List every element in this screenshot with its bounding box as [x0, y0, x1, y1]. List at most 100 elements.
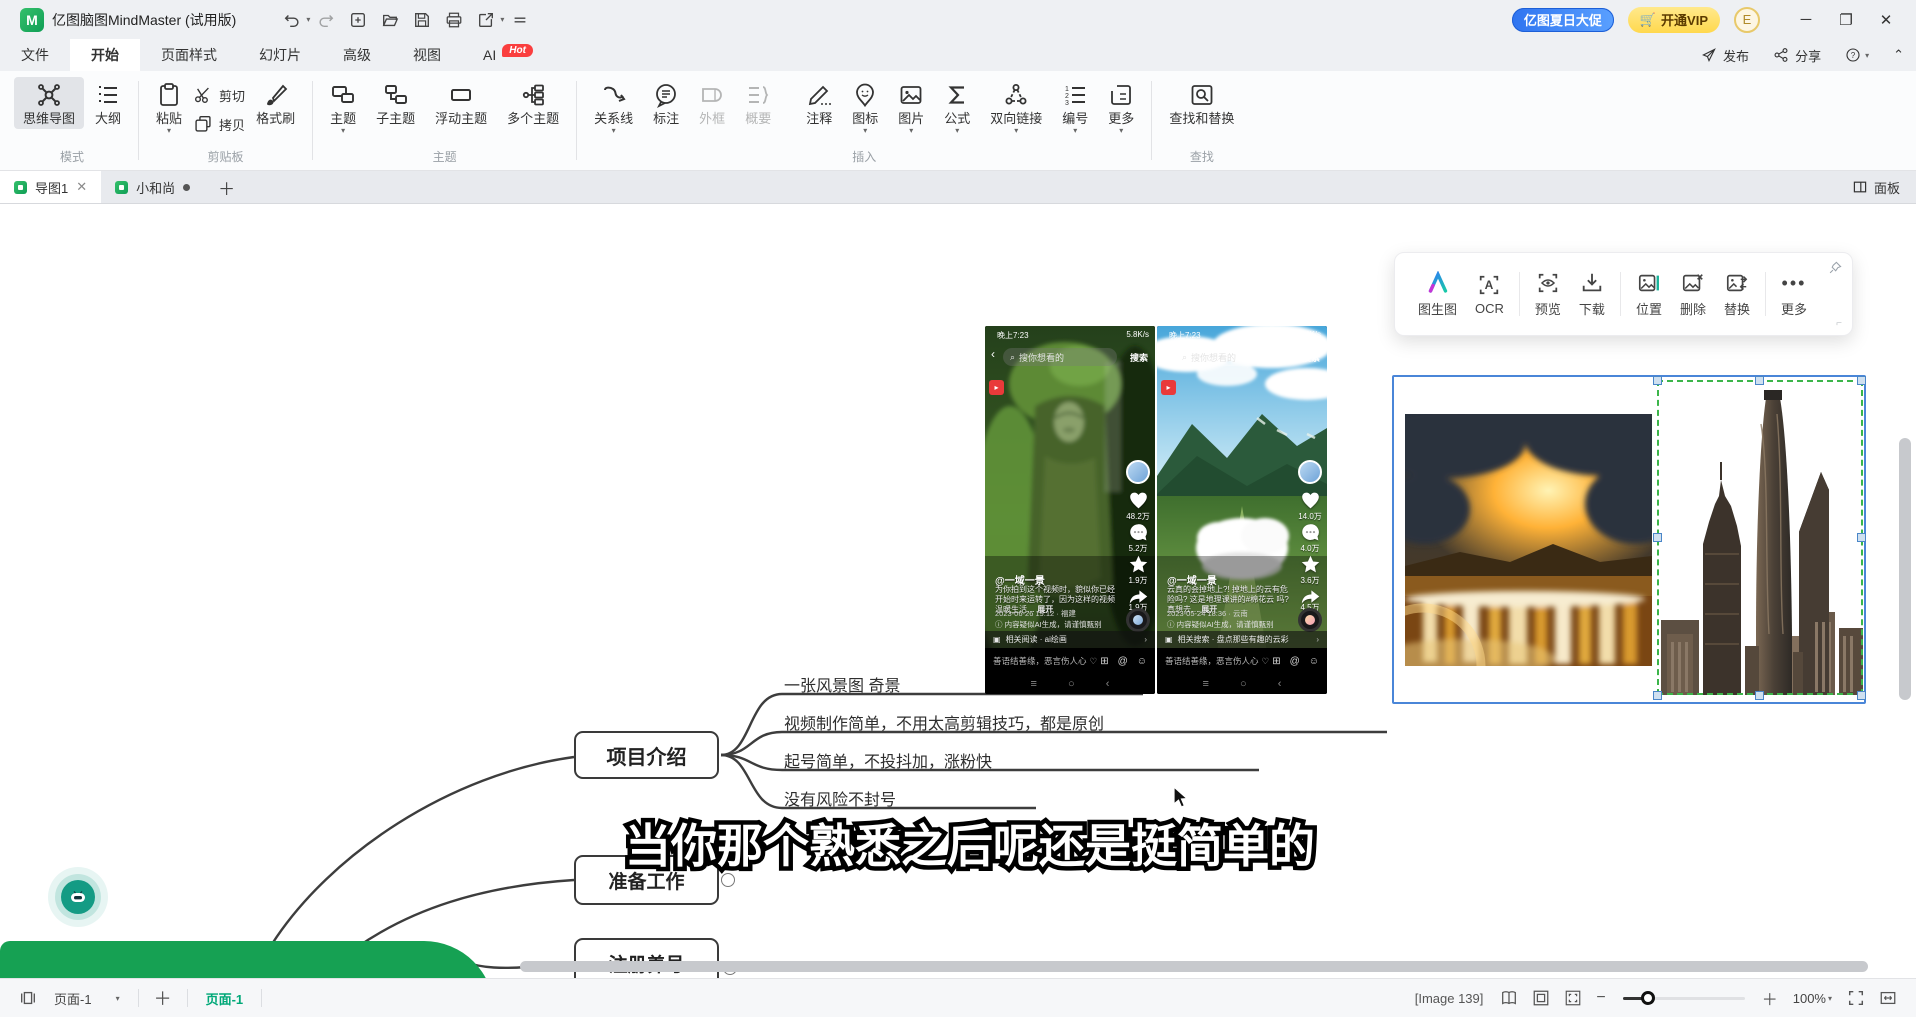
comment-input-bar[interactable]: 善语结善缘，恶言伤人心♡⊞@☺ [985, 648, 1155, 674]
central-topic-shape[interactable] [0, 941, 494, 978]
new-file-button[interactable] [345, 7, 371, 33]
resize-handle-e[interactable] [1857, 533, 1866, 542]
fit-page-icon[interactable] [1532, 989, 1550, 1007]
vip-button[interactable]: 🛒开通VIP [1628, 7, 1720, 33]
topic-node-prep[interactable]: 准备工作 [574, 855, 719, 905]
panel-toggle-button[interactable]: 面板 [1836, 171, 1916, 203]
ribbon-button-icon[interactable]: 图标▾ [843, 77, 887, 136]
recent-apps-icon[interactable]: ≡ [1031, 678, 1037, 690]
zoom-slider-knob[interactable] [1641, 991, 1655, 1005]
redo-button[interactable] [313, 7, 339, 33]
phone-author-avatar[interactable] [1126, 460, 1150, 484]
resize-handle-n[interactable] [1755, 376, 1764, 385]
vertical-scrollbar[interactable] [1899, 438, 1911, 700]
music-disc-icon[interactable] [1126, 608, 1150, 632]
recent-apps-icon[interactable]: ≡ [1203, 678, 1209, 690]
menu-slides[interactable]: 幻灯片 [238, 39, 322, 71]
like-icon[interactable] [1124, 490, 1152, 511]
phone-search-input[interactable]: ⌕搜你想看的 [1003, 348, 1117, 366]
minimize-button[interactable]: ─ [1786, 5, 1826, 35]
topic-node-project[interactable]: 项目介绍 [574, 731, 719, 779]
phone-screenshot-statue[interactable]: 晚上7:23 5.8K/s ‹ ⌕搜你想看的 搜索 ▸ 48.2万 5.2万 1… [985, 326, 1155, 694]
close-tab-icon[interactable]: ✕ [76, 179, 87, 195]
zoom-slider[interactable] [1623, 997, 1745, 1000]
branch-topic[interactable]: 起号简单，不投抖加，涨粉快 [784, 748, 992, 772]
grid-icon[interactable]: ⊞ [1100, 656, 1108, 667]
music-disc-icon[interactable] [1298, 608, 1322, 632]
ribbon-button-format-painter[interactable]: 格式刷 [247, 77, 304, 129]
menu-ai[interactable]: AI [462, 39, 500, 71]
menu-file[interactable]: 文件 [0, 39, 70, 71]
ribbon-button-numbering[interactable]: 编号▾ [1053, 77, 1097, 136]
home-icon[interactable]: ○ [1240, 678, 1247, 690]
ribbon-button-find-replace[interactable]: 查找和替换 [1160, 77, 1243, 129]
ai-assistant-button[interactable] [48, 867, 108, 927]
resize-handle-s[interactable] [1755, 691, 1764, 700]
fit-selection-icon[interactable] [1564, 989, 1582, 1007]
open-file-button[interactable] [377, 7, 403, 33]
zoom-level[interactable]: 100%▾ [1793, 991, 1832, 1006]
sunset-waterfall-image[interactable] [1405, 414, 1652, 666]
fullscreen-button[interactable] [1847, 989, 1865, 1007]
new-tab-button[interactable]: ＋ [204, 171, 249, 203]
active-page-tab[interactable]: 页面-1 [196, 989, 254, 1008]
mindmap-canvas[interactable]: 一张风景图 奇景 视频制作简单，不用太高剪辑技巧，都是原创 起号简单，不投抖加，… [0, 204, 1916, 978]
customize-toolbar-button[interactable] [507, 7, 533, 33]
emoji-icon[interactable]: ☺ [1309, 656, 1319, 667]
menu-advanced[interactable]: 高级 [322, 39, 392, 71]
add-page-button[interactable]: ＋ [154, 985, 172, 1011]
topic-node-register[interactable]: 注册养号 [574, 938, 719, 978]
publish-button[interactable]: 发布 [1689, 39, 1761, 71]
zoom-in-button[interactable]: ＋ [1762, 986, 1778, 1010]
horizontal-scrollbar[interactable] [520, 961, 1868, 972]
ribbon-button-relationship[interactable]: 关系线▾ [585, 77, 642, 136]
resize-handle-nw[interactable] [1653, 376, 1662, 385]
grid-icon[interactable]: ⊞ [1272, 656, 1280, 667]
image-selection-frame[interactable] [1657, 380, 1863, 695]
undo-button[interactable] [279, 7, 305, 33]
replace-image-button[interactable]: 替换 [1715, 271, 1759, 318]
collapse-toolbar-icon[interactable]: ⌐ [1836, 318, 1842, 329]
phone-author-avatar[interactable] [1298, 460, 1322, 484]
menu-view[interactable]: 视图 [392, 39, 462, 71]
undo-dropdown-icon[interactable]: ▾ [306, 15, 310, 24]
at-icon[interactable]: @ [1118, 656, 1128, 667]
delete-image-button[interactable]: 删除 [1671, 271, 1715, 318]
at-icon[interactable]: @ [1290, 656, 1300, 667]
page-selector[interactable]: 页面-1▾ [44, 985, 130, 1012]
ribbon-button-paste[interactable]: 粘贴▾ [147, 77, 191, 136]
like-icon[interactable] [1296, 490, 1324, 511]
nav-back-icon[interactable]: ‹ [1106, 678, 1110, 690]
help-button[interactable]: ▾ [1833, 39, 1881, 71]
collapse-ribbon-button[interactable]: ⌃ [1881, 39, 1916, 71]
doc-tab-1[interactable]: 导图1 ✕ [0, 171, 101, 203]
download-button[interactable]: 下载 [1570, 271, 1614, 318]
pin-toolbar-icon[interactable] [1828, 261, 1842, 280]
related-search-bar[interactable]: ▣相关阅读 · ai绘画› [985, 631, 1155, 648]
ribbon-button-comment[interactable]: 注释 [797, 77, 841, 129]
branch-topic[interactable]: 一张风景图 奇景 [784, 672, 900, 696]
ribbon-button-floating-topic[interactable]: 浮动主题 [426, 77, 496, 129]
save-button[interactable] [409, 7, 435, 33]
branch-topic[interactable]: 没有风险不封号 [784, 786, 896, 810]
ribbon-button-subtopic[interactable]: 子主题 [367, 77, 424, 129]
favorite-icon[interactable] [1124, 554, 1152, 575]
preview-button[interactable]: 预览 [1526, 271, 1570, 318]
page-view-icon[interactable] [19, 989, 37, 1007]
restore-button[interactable]: ❐ [1826, 5, 1866, 35]
branch-topic[interactable]: 视频制作简单，不用太高剪辑技巧，都是原创 [784, 710, 1104, 734]
export-button[interactable] [473, 7, 499, 33]
zoom-out-button[interactable]: − [1596, 989, 1605, 1007]
collapse-handle-icon[interactable] [721, 873, 735, 887]
favorite-icon[interactable] [1296, 554, 1324, 575]
comment-icon[interactable] [1124, 522, 1152, 543]
ribbon-button-more[interactable]: 更多▾ [1099, 77, 1143, 136]
ocr-button[interactable]: OCR [1466, 273, 1513, 316]
img2img-button[interactable]: 图生图 [1409, 271, 1466, 318]
ribbon-button-multi-topic[interactable]: 多个主题 [498, 77, 568, 129]
print-button[interactable] [441, 7, 467, 33]
menu-home[interactable]: 开始 [70, 39, 140, 71]
ribbon-button-outline[interactable]: 大纲 [86, 77, 130, 129]
user-avatar[interactable]: E [1734, 7, 1760, 33]
comment-icon[interactable] [1296, 522, 1324, 543]
